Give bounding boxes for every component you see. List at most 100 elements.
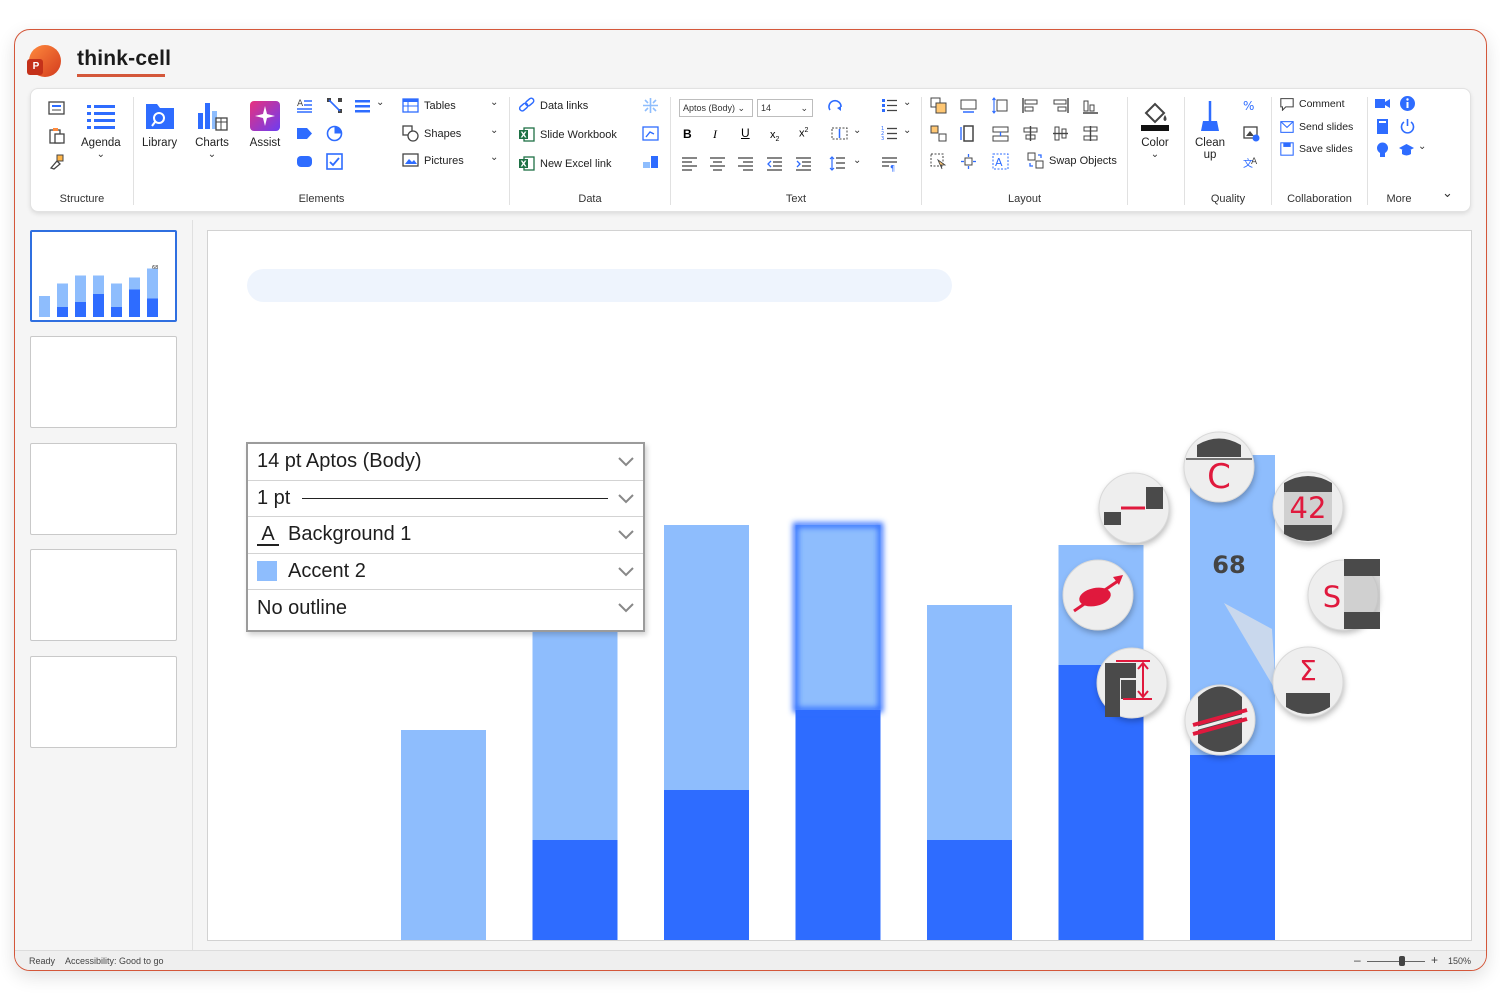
info-icon[interactable] [1399, 95, 1416, 112]
new-excel-link-button[interactable]: X New Excel link [518, 155, 612, 172]
resize-vertical-icon[interactable] [992, 97, 1009, 114]
graduation-cap-icon[interactable] [1398, 141, 1415, 158]
percent-check-icon[interactable]: % [1243, 97, 1260, 114]
bold-button[interactable]: B [683, 127, 692, 141]
slide-thumbnail-4[interactable] [30, 549, 177, 641]
chevron-down-icon[interactable]: ⌄ [208, 149, 216, 160]
chevron-down-icon[interactable]: ⌄ [903, 125, 911, 136]
chevron-down-icon[interactable]: ⌄ [97, 149, 105, 160]
charts-button[interactable]: Charts ⌄ [195, 99, 229, 160]
bar-segment[interactable] [795, 710, 881, 940]
chevron-down-icon[interactable]: ⌄ [1151, 149, 1159, 160]
outline-control[interactable]: No outline [248, 590, 643, 627]
arrow-button[interactable] [1062, 559, 1134, 631]
bullets-icon[interactable] [881, 97, 898, 114]
align-center-icon[interactable] [709, 155, 726, 172]
line-spacing-icon[interactable] [829, 155, 846, 172]
font-size-select[interactable]: 14 ⌄ [757, 99, 813, 117]
fill-color-control[interactable]: Accent 2 [248, 554, 643, 590]
paste-icon[interactable] [48, 127, 65, 144]
bar-segment[interactable] [401, 730, 486, 940]
bar-segment[interactable] [1190, 755, 1275, 940]
bar-segment[interactable] [532, 840, 618, 940]
agenda-button[interactable]: Agenda ⌄ [81, 99, 121, 160]
format-painter-icon[interactable] [48, 153, 65, 170]
select-icon[interactable] [930, 153, 947, 170]
chevron-down-icon[interactable] [617, 454, 635, 468]
italic-button[interactable]: I [713, 127, 717, 142]
distribute-icon[interactable] [1082, 125, 1099, 142]
underline-button[interactable]: U [741, 126, 750, 140]
tables-button[interactable]: Tables [402, 97, 456, 114]
lines-icon[interactable] [354, 97, 371, 114]
video-icon[interactable] [1374, 95, 1391, 112]
superscript-button[interactable]: x2 [799, 127, 808, 140]
text-rotate-icon[interactable] [827, 97, 844, 114]
ribbon-collapse-chevron-icon[interactable]: ⌄ [1442, 185, 1453, 201]
power-icon[interactable] [1399, 118, 1416, 135]
align-right-objects-icon[interactable] [1052, 97, 1069, 114]
chevron-down-icon[interactable] [617, 564, 635, 578]
slide-thumbnail-5[interactable] [30, 656, 177, 748]
chevron-down-icon[interactable]: ⌄ [490, 152, 498, 163]
bar-segment[interactable] [927, 840, 1012, 940]
chevron-down-icon[interactable] [617, 600, 635, 614]
comment-button[interactable]: Comment [1280, 97, 1345, 111]
text-fit-icon[interactable]: A [992, 153, 1009, 170]
chevron-down-icon[interactable] [617, 527, 635, 541]
connector-icon[interactable] [326, 97, 343, 114]
same-width-icon[interactable] [960, 97, 977, 114]
clean-up-button[interactable]: Clean up [1193, 99, 1227, 161]
numbering-icon[interactable]: 123 [881, 125, 898, 142]
slide-thumbnail-1[interactable]: 68 [30, 230, 177, 322]
align-bottom-objects-icon[interactable] [1082, 97, 1099, 114]
spread-icon[interactable] [960, 153, 977, 170]
slide-workbook-button[interactable]: X Slide Workbook [518, 126, 617, 143]
chevron-down-icon[interactable]: ⌄ [853, 125, 861, 136]
library-button[interactable]: Library [142, 99, 177, 149]
translate-icon[interactable]: 文A [1243, 153, 1260, 170]
gap-icon[interactable] [992, 125, 1009, 142]
zoom-in-button[interactable]: + [1431, 953, 1438, 967]
color-button[interactable]: Color ⌄ [1138, 99, 1172, 160]
line-weight-control[interactable]: 1 pt [248, 481, 643, 517]
save-slides-button[interactable]: Save slides [1280, 142, 1353, 156]
text-color-control[interactable]: A Background 1 [248, 517, 643, 554]
swap-objects-button[interactable]: Swap Objects [1027, 152, 1117, 169]
data-table-icon[interactable] [642, 153, 659, 170]
shapes-button[interactable]: Shapes [402, 125, 461, 142]
text-box-icon[interactable]: A [296, 97, 313, 114]
segment-button[interactable] [1098, 472, 1170, 544]
chevron-down-icon[interactable] [617, 491, 635, 505]
category-gap-c-button[interactable]: C [1183, 431, 1255, 503]
value-label-42-button[interactable]: 42 [1272, 471, 1344, 543]
group-objects-icon[interactable] [930, 125, 947, 142]
bar-segment[interactable] [927, 605, 1012, 840]
data-chart-link-icon[interactable] [642, 125, 659, 142]
slide-layout-icon[interactable] [48, 99, 65, 116]
zoom-slider-thumb[interactable] [1399, 956, 1405, 966]
send-slides-button[interactable]: Send slides [1280, 120, 1353, 134]
image-check-icon[interactable] [1243, 125, 1260, 142]
axis-break-button[interactable] [1184, 684, 1256, 756]
lightbulb-icon[interactable] [1374, 141, 1391, 158]
sum-button[interactable]: Σ [1272, 646, 1344, 718]
decrease-indent-icon[interactable] [766, 155, 783, 172]
chevron-down-icon[interactable]: ⌄ [490, 97, 498, 108]
pentagon-arrow-icon[interactable] [296, 125, 313, 142]
bring-forward-icon[interactable] [930, 97, 947, 114]
text-margins-icon[interactable] [831, 125, 848, 142]
bar-segment[interactable] [664, 525, 749, 790]
zoom-level[interactable]: 150% [1448, 956, 1471, 966]
slide-thumbnail-3[interactable] [30, 443, 177, 535]
series-s-button[interactable]: S [1307, 559, 1380, 631]
checkbox-icon[interactable] [326, 153, 343, 170]
assist-button[interactable]: Assist [248, 99, 282, 149]
font-name-select[interactable]: Aptos (Body) ⌄ [679, 99, 753, 117]
zoom-out-button[interactable]: – [1354, 953, 1361, 967]
paragraph-icon[interactable]: ¶ [881, 155, 898, 172]
subscript-button[interactable]: x2 [770, 129, 779, 143]
slide-thumbnail-2[interactable] [30, 336, 177, 428]
chevron-down-icon[interactable]: ⌄ [853, 155, 861, 166]
chevron-down-icon[interactable]: ⌄ [490, 125, 498, 136]
